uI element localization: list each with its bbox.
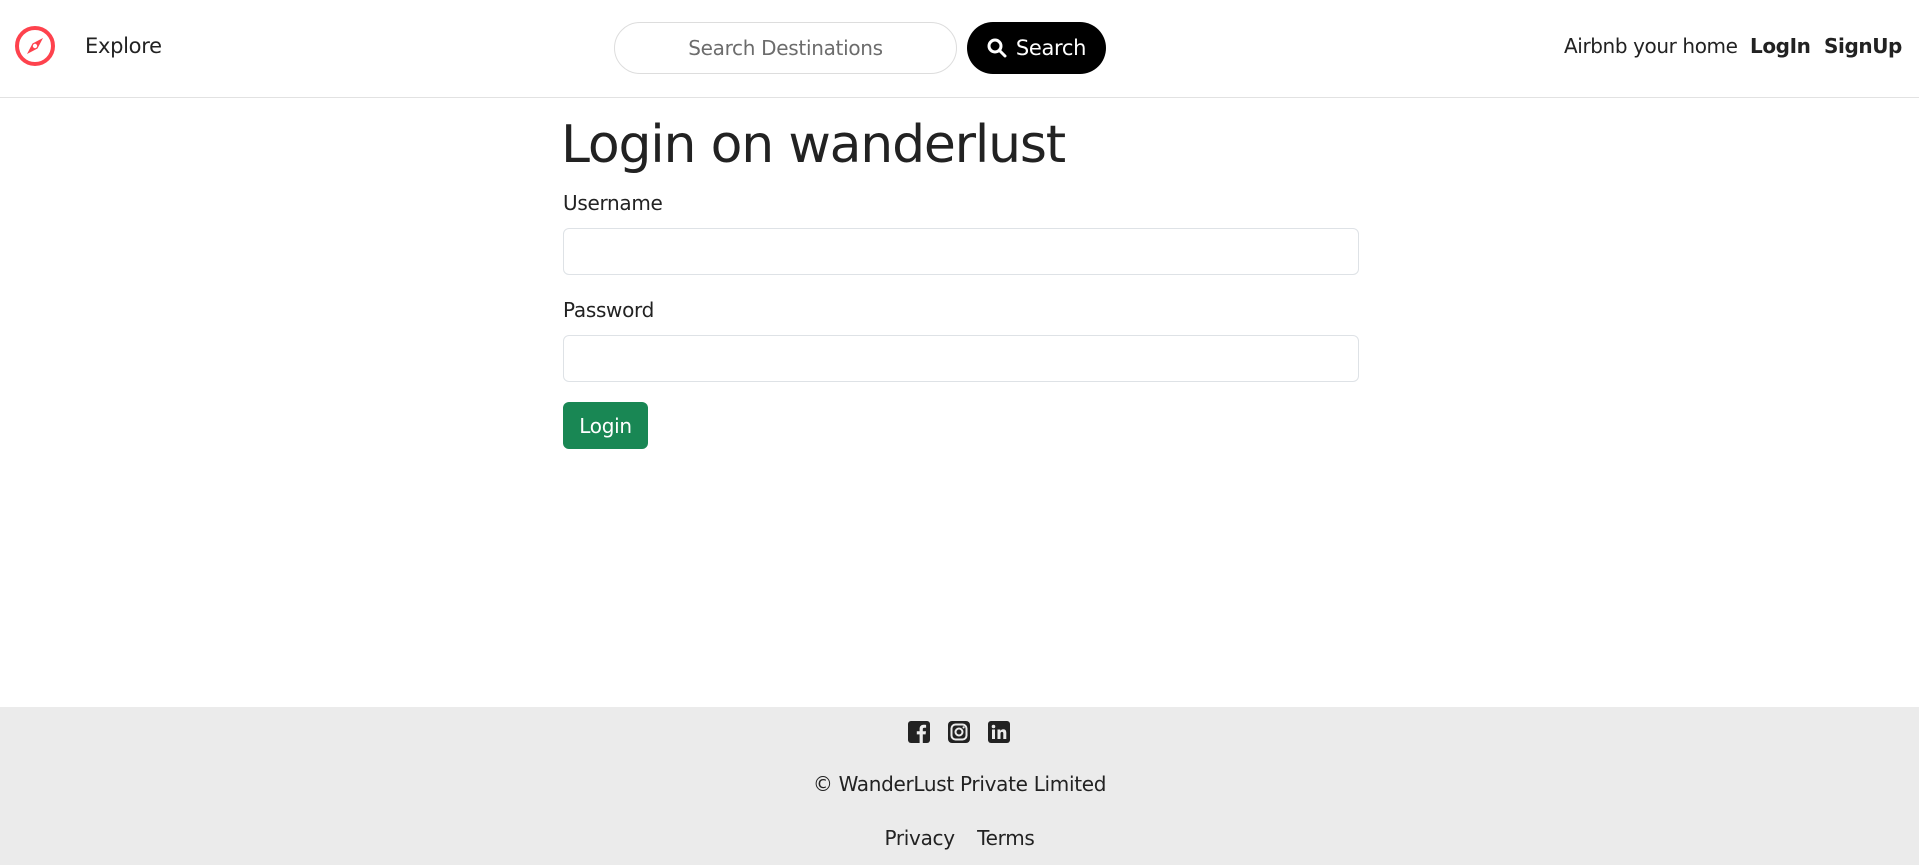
login-button[interactable]: Login [563, 402, 648, 449]
search-button-label: Search [1015, 36, 1087, 60]
signup-link[interactable]: SignUp [1824, 34, 1902, 58]
username-label: Username [563, 191, 663, 215]
password-label: Password [563, 298, 655, 322]
login-link[interactable]: LogIn [1750, 34, 1811, 58]
compass-icon[interactable] [14, 25, 56, 67]
copyright-text: © WanderLust Private Limited [812, 772, 1107, 796]
search-input[interactable] [614, 22, 957, 74]
linkedin-icon[interactable] [988, 721, 1010, 743]
social-links [908, 721, 1010, 743]
search-button[interactable]: Search [967, 22, 1106, 74]
password-field[interactable] [563, 335, 1359, 382]
privacy-link[interactable]: Privacy [884, 826, 955, 850]
instagram-icon[interactable] [948, 721, 970, 743]
page-title: Login on wanderlust [561, 115, 1066, 175]
search-icon [987, 38, 1007, 58]
terms-link[interactable]: Terms [977, 826, 1035, 850]
facebook-icon[interactable] [908, 721, 930, 743]
host-link[interactable]: Airbnb your home [1564, 34, 1738, 58]
username-field[interactable] [563, 228, 1359, 275]
footer-links: Privacy Terms [0, 826, 1919, 850]
nav-explore-link[interactable]: Explore [85, 34, 162, 58]
footer: © WanderLust Private Limited Privacy Ter… [0, 707, 1919, 865]
navbar: Explore Search Airbnb your home LogIn Si… [0, 0, 1919, 98]
